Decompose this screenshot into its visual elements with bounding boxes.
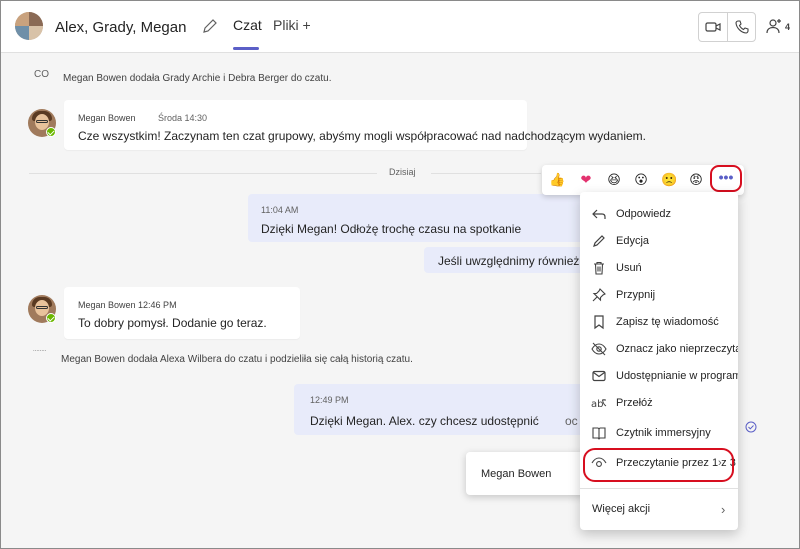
presence-available-icon	[46, 127, 56, 137]
menu-item-label: Przypnij	[616, 289, 656, 301]
message-sender-time: Megan Bowen 12:46 PM	[78, 300, 177, 310]
own-message-bubble[interactable]: 11:04 AM Dzięki Megan! Odłożę trochę cza…	[248, 194, 588, 242]
pin-icon	[592, 288, 606, 302]
like-reaction-icon[interactable]: 👍	[549, 172, 565, 188]
presence-available-icon	[46, 313, 56, 323]
menu-item-label: Więcej akcji	[592, 503, 651, 515]
menu-item-reply[interactable]: Odpowiedz	[580, 203, 738, 227]
message-time: 12:49 PM	[310, 395, 349, 405]
chevron-right-icon: ›	[721, 502, 726, 517]
message-text: Cze wszystkim! Zaczynam ten czat grupowy…	[78, 129, 646, 143]
reply-icon	[592, 209, 606, 219]
active-tab-indicator	[233, 47, 259, 50]
tab-chat[interactable]: Czat	[233, 17, 262, 33]
sad-reaction-icon[interactable]: 🙁	[661, 172, 677, 188]
svg-text:ab: ab	[591, 399, 603, 410]
heart-reaction-icon[interactable]: ❤	[578, 172, 594, 188]
read-receipt-icon[interactable]	[745, 421, 757, 433]
menu-item-pin[interactable]: Przypnij	[580, 284, 738, 308]
immersive-reader-icon	[592, 427, 606, 440]
message-context-menu: Odpowiedz Edycja Usuń Przypnij Zapisz tę…	[580, 192, 738, 530]
reactions-bar: 👍 ❤ 😆 😮 🙁 😡 •••	[542, 165, 744, 195]
message-sender: Megan Bowen	[78, 113, 136, 123]
menu-item-label: Zapisz tę wiadomość	[616, 316, 719, 328]
laugh-reaction-icon[interactable]: 😆	[606, 172, 622, 188]
menu-item-label: Czytnik immersyjny	[616, 427, 711, 439]
menu-item-edit[interactable]: Edycja	[580, 230, 738, 254]
call-divider	[727, 13, 728, 41]
participants-icon[interactable]	[765, 17, 783, 35]
day-divider-label: Dzisiaj	[389, 167, 416, 177]
menu-item-immersive-reader[interactable]: Czytnik immersyjny	[580, 422, 738, 446]
message-text: Dzięki Megan. Alex. czy chcesz udostępni…	[310, 414, 539, 428]
menu-item-mark-unread[interactable]: Oznacz jako nieprzeczytane	[580, 338, 738, 362]
history-shared-icon: ........	[33, 347, 47, 353]
menu-item-read-by[interactable]: Przeczytanie przez 1 z 3 ›	[580, 452, 738, 476]
message-text: Dzięki Megan! Odłożę trochę czasu na spo…	[261, 222, 522, 236]
own-message-bubble[interactable]: 12:49 PM Dzięki Megan. Alex. czy chcesz …	[294, 384, 588, 435]
read-by-card: Megan Bowen	[466, 452, 586, 495]
day-divider-line	[29, 173, 377, 174]
system-message: Megan Bowen dodała Alexa Wilbera do czat…	[61, 354, 413, 365]
tab-files[interactable]: Pliki +	[273, 17, 311, 33]
message-bubble[interactable]: Megan Bowen Środa 14:30 Cze wszystkim! Z…	[64, 100, 646, 150]
message-text: Jeśli uwzględnimy również A	[438, 254, 591, 268]
delete-icon	[594, 261, 604, 275]
menu-item-label: Odpowiedz	[616, 208, 672, 220]
call-button-group	[698, 12, 756, 42]
translate-icon: ab	[591, 399, 607, 410]
group-avatar[interactable]	[15, 12, 43, 40]
chevron-right-icon: ›	[718, 457, 722, 469]
menu-separator	[580, 488, 738, 489]
day-divider-line	[431, 173, 541, 174]
more-options-button[interactable]: •••	[713, 168, 739, 192]
video-call-icon[interactable]	[704, 18, 722, 36]
menu-item-share-outlook[interactable]: Udostępnianie w programie Outlook	[580, 365, 738, 389]
menu-item-label: Oznacz jako nieprzeczytane	[616, 343, 738, 355]
system-message: Megan Bowen dodała Grady Archie i Debra …	[63, 73, 332, 84]
message-text: To dobry pomysł. Dodanie go teraz.	[78, 316, 267, 330]
menu-item-label: Usuń	[616, 262, 642, 274]
edit-title-icon[interactable]	[201, 17, 219, 35]
menu-item-label: Edycja	[616, 235, 650, 247]
menu-item-label: Udostępnianie w programie Outlook	[616, 370, 738, 382]
eye-icon	[591, 457, 607, 467]
mail-icon	[592, 370, 606, 382]
chat-title: Alex, Grady, Megan	[55, 19, 187, 36]
bookmark-icon	[594, 315, 604, 330]
menu-item-label: Przełóż	[616, 397, 653, 409]
people-added-icon: CO	[34, 69, 49, 80]
edit-icon	[593, 235, 605, 247]
menu-item-save[interactable]: Zapisz tę wiadomość	[580, 311, 738, 335]
chat-window: Alex, Grady, Megan Czat Pliki + 4 CO Meg…	[0, 0, 800, 549]
message-text-overflow: oc	[565, 414, 578, 428]
menu-item-translate[interactable]: ab Przełóż	[580, 392, 738, 416]
menu-item-delete[interactable]: Usuń	[580, 257, 738, 281]
message-bubble[interactable]: Megan Bowen 12:46 PM To dobry pomysł. Do…	[64, 287, 300, 339]
chat-header: Alex, Grady, Megan Czat Pliki + 4	[1, 1, 799, 53]
angry-reaction-icon[interactable]: 😡	[688, 172, 704, 188]
menu-item-more-actions[interactable]: Więcej akcji ›	[580, 498, 738, 522]
participants-count: 4	[785, 22, 791, 32]
audio-call-icon[interactable]	[733, 18, 751, 36]
message-time: 11:04 AM	[261, 205, 299, 215]
unread-icon	[591, 342, 607, 356]
own-message-bubble[interactable]: Jeśli uwzględnimy również A	[424, 247, 591, 273]
surprised-reaction-icon[interactable]: 😮	[633, 172, 649, 188]
message-time: Środa 14:30	[158, 113, 208, 123]
reader-name: Megan Bowen	[481, 468, 552, 480]
